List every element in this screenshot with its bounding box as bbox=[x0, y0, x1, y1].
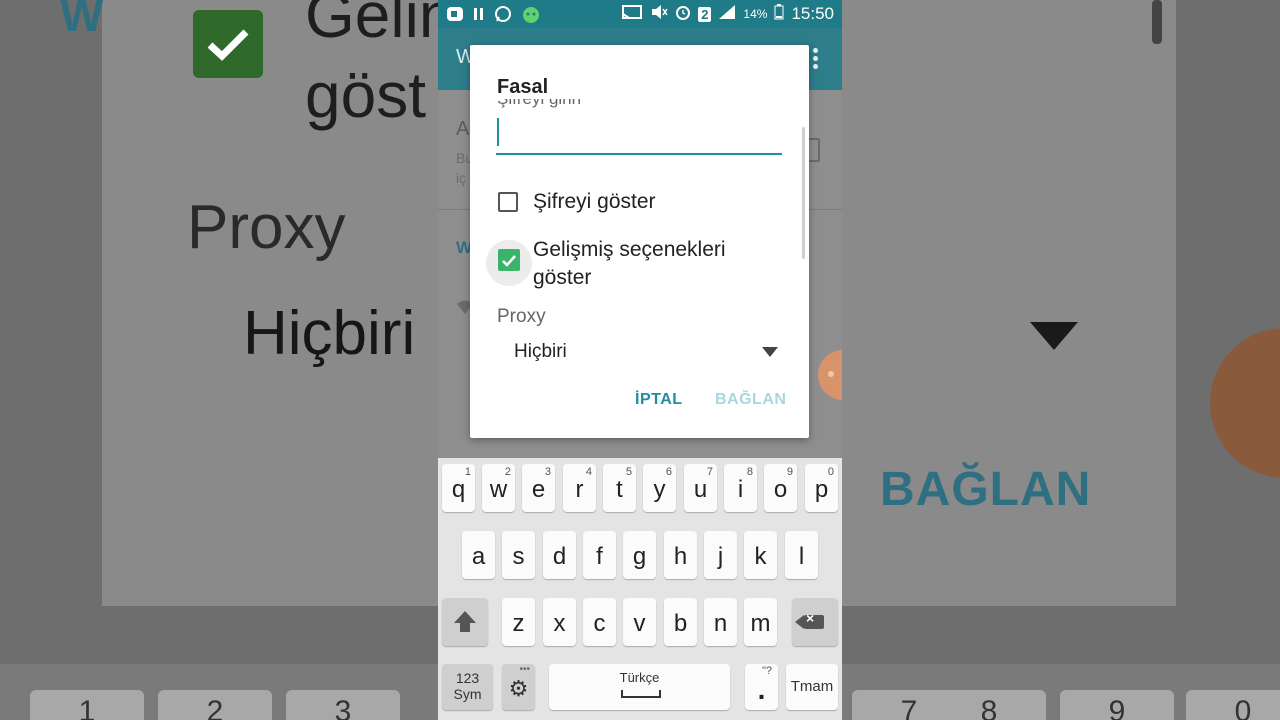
status-bar-notifications bbox=[446, 5, 541, 27]
key-s[interactable]: s bbox=[502, 531, 535, 579]
proxy-label: Proxy bbox=[497, 306, 546, 327]
key-l[interactable]: l bbox=[785, 531, 818, 579]
password-field-label: Şifreyi girin bbox=[497, 99, 787, 113]
screen-cast-icon bbox=[621, 4, 643, 24]
key-k[interactable]: k bbox=[744, 531, 777, 579]
text-cursor bbox=[497, 118, 499, 146]
background-proxy-value: Hiçbiri bbox=[243, 299, 416, 368]
key-c[interactable]: c bbox=[583, 598, 616, 646]
key-y[interactable]: 6y bbox=[643, 464, 676, 512]
key-e[interactable]: 3e bbox=[522, 464, 555, 512]
background-key: 1 bbox=[30, 690, 144, 720]
background-key: 3 bbox=[286, 690, 400, 720]
key-t[interactable]: 5t bbox=[603, 464, 636, 512]
keyboard-language-label: Türkçe bbox=[619, 670, 660, 685]
key-w[interactable]: 2w bbox=[482, 464, 515, 512]
symbols-key[interactable]: 123 Sym bbox=[442, 664, 493, 710]
show-password-row[interactable]: Şifreyi göster bbox=[498, 190, 656, 216]
signal-icon bbox=[718, 4, 736, 24]
status-bar: 2 14% 15:50 bbox=[438, 0, 842, 28]
enter-key[interactable]: Tmam bbox=[786, 664, 838, 710]
proxy-selected-value: Hiçbiri bbox=[514, 341, 567, 362]
background-check-icon bbox=[193, 10, 263, 78]
key-x[interactable]: x bbox=[543, 598, 576, 646]
background-key: 9 bbox=[1060, 690, 1174, 720]
background-proxy-label: Proxy bbox=[187, 193, 346, 262]
status-bar-system: 2 14% 15:50 bbox=[621, 4, 834, 24]
key-o[interactable]: 9o bbox=[764, 464, 797, 512]
cancel-button[interactable]: İPTAL bbox=[635, 391, 683, 409]
key-b[interactable]: b bbox=[664, 598, 697, 646]
period-key[interactable]: "? . bbox=[745, 664, 778, 710]
space-key[interactable]: Türkçe bbox=[549, 664, 730, 710]
show-password-checkbox[interactable] bbox=[498, 192, 518, 212]
key-i[interactable]: 8i bbox=[724, 464, 757, 512]
background-appbar-letter: W bbox=[60, 0, 104, 41]
key-a[interactable]: a bbox=[462, 531, 495, 579]
pause-icon bbox=[473, 7, 485, 25]
background-connect-label: BAĞLAN bbox=[880, 463, 1092, 516]
key-m[interactable]: m bbox=[744, 598, 777, 646]
video-recorder-icon bbox=[446, 6, 464, 26]
background-dropdown-arrow-icon bbox=[1030, 322, 1078, 350]
background-key: 2 bbox=[158, 690, 272, 720]
check-icon bbox=[502, 254, 516, 267]
connect-button[interactable]: BAĞLAN bbox=[715, 391, 786, 409]
key-f[interactable]: f bbox=[583, 531, 616, 579]
settings-key[interactable]: ••• ⚙ bbox=[502, 664, 535, 710]
key-p[interactable]: 0p bbox=[805, 464, 838, 512]
background-scrollbar bbox=[1152, 0, 1162, 44]
dialog-scrollbar[interactable] bbox=[802, 127, 805, 259]
key-r[interactable]: 4r bbox=[563, 464, 596, 512]
space-bar-icon bbox=[621, 690, 661, 698]
show-password-label: Şifreyi göster bbox=[533, 190, 656, 213]
settings-row-title: A bbox=[456, 118, 470, 140]
key-q[interactable]: 1q bbox=[442, 464, 475, 512]
app-notification-icon bbox=[521, 5, 541, 27]
background-title-fragment-2: göst bbox=[305, 59, 426, 131]
clock: 15:50 bbox=[791, 4, 834, 23]
background-key: 8 bbox=[932, 690, 1046, 720]
gear-icon: ⚙ bbox=[508, 676, 529, 701]
key-z[interactable]: z bbox=[502, 598, 535, 646]
key-d[interactable]: d bbox=[543, 531, 576, 579]
background-key: 0 bbox=[1186, 690, 1280, 720]
background-fab-blur bbox=[1210, 328, 1280, 478]
key-h[interactable]: h bbox=[664, 531, 697, 579]
overflow-menu-icon[interactable] bbox=[813, 48, 818, 70]
whatsapp-icon bbox=[494, 5, 512, 27]
key-j[interactable]: j bbox=[704, 531, 737, 579]
sim-slot-icon: 2 bbox=[698, 6, 712, 22]
dialog-title: Fasal bbox=[497, 76, 549, 98]
shift-key[interactable] bbox=[442, 598, 488, 646]
key-v[interactable]: v bbox=[623, 598, 656, 646]
advanced-options-checkbox[interactable] bbox=[498, 249, 520, 271]
wifi-connect-dialog: Fasal Şifreyi girin Şifreyi göster Geliş… bbox=[470, 45, 809, 438]
password-input[interactable] bbox=[496, 115, 782, 155]
battery-icon bbox=[774, 4, 784, 24]
soft-keyboard: 1q 2w 3e 4r 5t 6y 7u 8i 9o 0p a s d f g … bbox=[438, 458, 842, 720]
key-n[interactable]: n bbox=[704, 598, 737, 646]
key-g[interactable]: g bbox=[623, 531, 656, 579]
dropdown-arrow-icon bbox=[762, 347, 778, 357]
battery-percent: 14% bbox=[743, 7, 768, 21]
advanced-options-label: Gelişmiş seçenekleri göster bbox=[533, 238, 726, 289]
backspace-key[interactable]: × bbox=[792, 598, 838, 646]
mute-icon bbox=[650, 4, 668, 24]
advanced-options-row[interactable]: Gelişmiş seçenekleri göster bbox=[498, 236, 726, 292]
proxy-dropdown[interactable]: Hiçbiri bbox=[514, 337, 784, 367]
key-u[interactable]: 7u bbox=[684, 464, 717, 512]
alarm-icon bbox=[675, 4, 691, 24]
